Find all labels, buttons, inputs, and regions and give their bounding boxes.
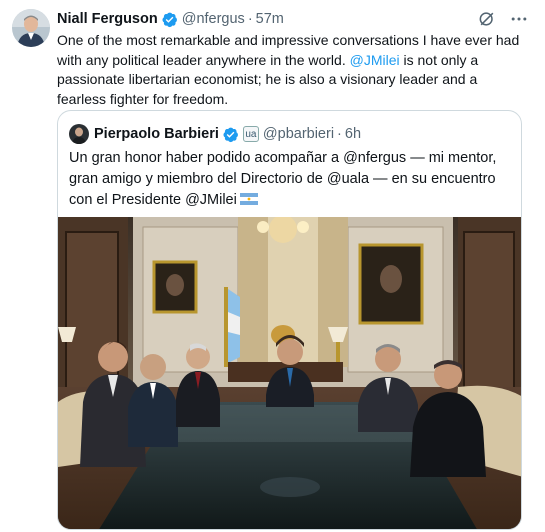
affiliation-badge[interactable]: ua bbox=[242, 126, 259, 142]
grok-icon[interactable] bbox=[477, 9, 497, 29]
quoted-author-avatar[interactable] bbox=[69, 124, 89, 144]
mention-link[interactable]: @JMilei bbox=[350, 52, 400, 68]
author-name[interactable]: Niall Ferguson bbox=[57, 11, 158, 27]
tweet-actions-top bbox=[477, 9, 529, 29]
separator-dot: · bbox=[337, 126, 342, 142]
verified-badge-icon bbox=[222, 126, 239, 143]
quoted-tweet[interactable]: Pierpaolo Barbieri ua @pbarbieri · 6h Un… bbox=[57, 110, 522, 530]
quoted-tweet-header: Pierpaolo Barbieri ua @pbarbieri · 6h bbox=[69, 124, 361, 144]
quoted-tweet-timestamp[interactable]: 6h bbox=[345, 126, 361, 142]
quoted-tweet-text: Un gran honor haber podido acompañar a @… bbox=[69, 148, 514, 211]
more-options-icon[interactable] bbox=[509, 9, 529, 29]
tweet[interactable]: Niall Ferguson @nfergus · 57m One of the… bbox=[0, 0, 545, 532]
verified-badge-icon bbox=[161, 11, 178, 28]
author-avatar[interactable] bbox=[12, 9, 50, 47]
tweet-timestamp[interactable]: 57m bbox=[256, 11, 284, 27]
quoted-author-handle[interactable]: @pbarbieri bbox=[263, 126, 334, 142]
quoted-tweet-text-body: Un gran honor haber podido acompañar a @… bbox=[69, 150, 497, 208]
author-handle[interactable]: @nfergus bbox=[182, 11, 245, 27]
separator-dot: · bbox=[247, 11, 253, 27]
quoted-author-name[interactable]: Pierpaolo Barbieri bbox=[94, 126, 219, 142]
tweet-text: One of the most remarkable and impressiv… bbox=[57, 31, 527, 109]
tweet-photo[interactable] bbox=[58, 217, 521, 529]
tweet-header: Niall Ferguson @nfergus · 57m bbox=[57, 9, 284, 29]
argentina-flag-icon bbox=[239, 193, 258, 205]
